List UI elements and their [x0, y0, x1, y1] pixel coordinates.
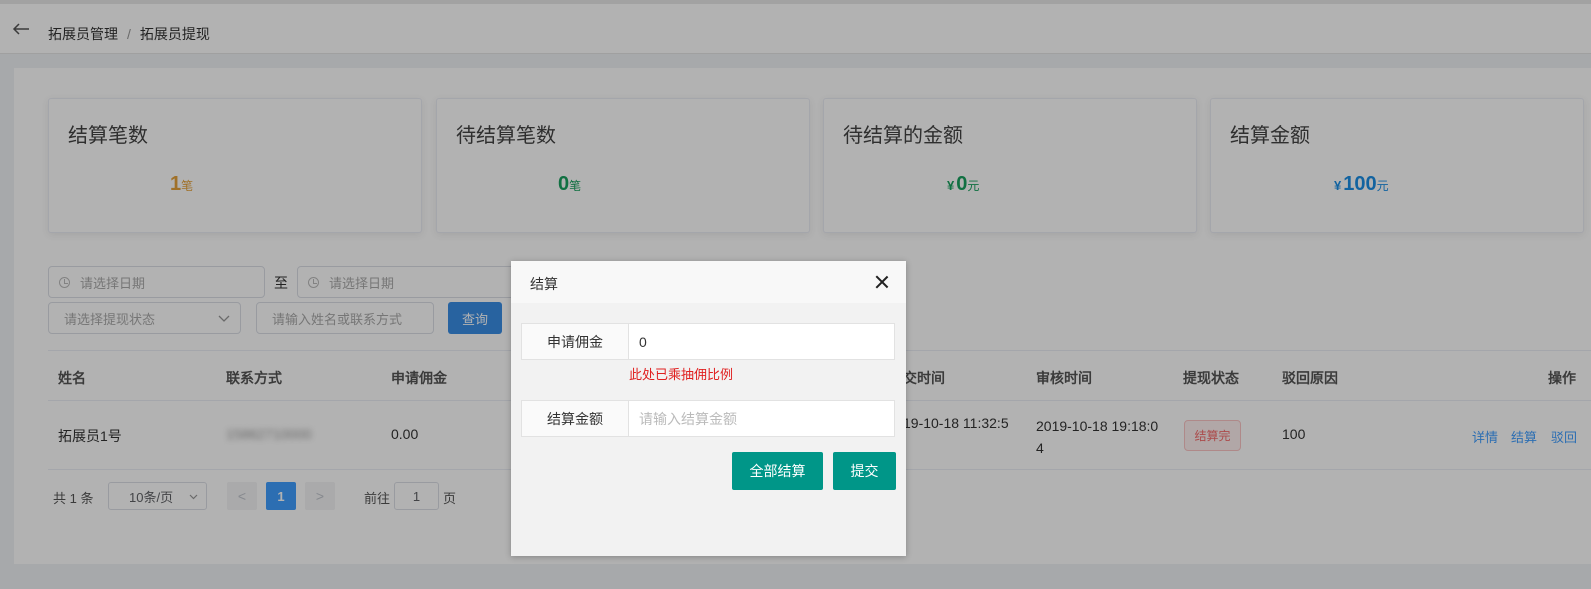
amount-row: 结算金额 请输入结算金额 [521, 400, 895, 437]
settle-all-button[interactable]: 全部结算 [732, 452, 823, 490]
commission-row: 申请佣金 0 [521, 323, 895, 360]
amount-label: 结算金额 [522, 401, 629, 436]
commission-label: 申请佣金 [522, 324, 629, 359]
submit-button[interactable]: 提交 [833, 452, 896, 490]
commission-field[interactable]: 0 [629, 324, 894, 359]
dialog-header: 结算 [511, 261, 906, 303]
close-icon[interactable] [874, 274, 890, 290]
commission-hint: 此处已乘抽佣比例 [629, 367, 734, 382]
amount-input[interactable]: 请输入结算金额 [629, 401, 894, 436]
settle-dialog: 结算 申请佣金 0 此处已乘抽佣比例 结算金额 请输入结算金额 全部结算 提交 [511, 261, 906, 556]
dialog-title: 结算 [530, 276, 558, 292]
